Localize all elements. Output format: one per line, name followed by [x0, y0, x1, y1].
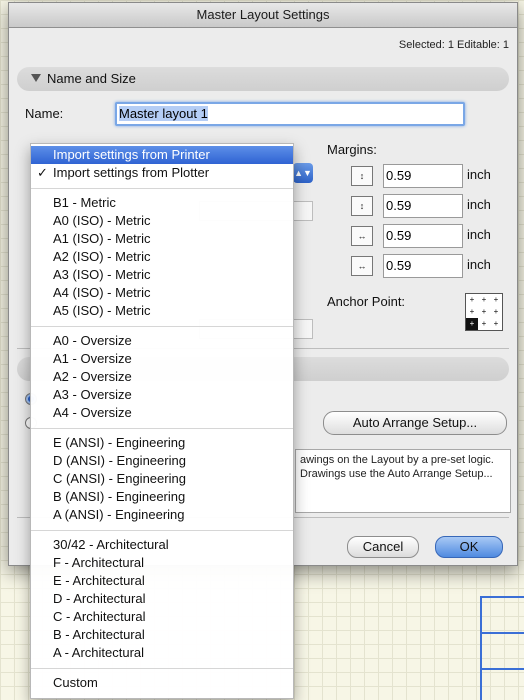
menu-item-architectural[interactable]: F - Architectural [31, 554, 293, 572]
margin-top-input[interactable]: 0.59 [383, 164, 463, 188]
menu-separator [31, 428, 293, 429]
ok-button[interactable]: OK [435, 536, 503, 558]
anchor-center-icon[interactable]: + [478, 306, 490, 318]
anchor-bottom-center-icon[interactable]: + [478, 318, 490, 330]
window-title: Master Layout Settings [9, 3, 517, 28]
menu-item-engineering[interactable]: A (ANSI) - Engineering [31, 506, 293, 524]
menu-item-metric[interactable]: A1 (ISO) - Metric [31, 230, 293, 248]
selection-status: Selected: 1 Editable: 1 [398, 39, 509, 51]
menu-separator [31, 668, 293, 669]
menu-item-metric[interactable]: B1 - Metric [31, 194, 293, 212]
margin-unit: inch [467, 257, 491, 272]
arrange-description: awings on the Layout by a pre-set logic.… [295, 449, 511, 513]
anchor-top-right-icon[interactable]: + [490, 294, 502, 306]
menu-item-architectural[interactable]: 30/42 - Architectural [31, 536, 293, 554]
name-input-value: Master layout 1 [119, 106, 208, 121]
disclosure-triangle-icon[interactable] [31, 74, 41, 82]
size-popup-arrow-icon[interactable]: ▲▼ [293, 163, 313, 183]
menu-item-metric[interactable]: A0 (ISO) - Metric [31, 212, 293, 230]
anchor-point-label: Anchor Point: [327, 294, 406, 309]
margin-unit: inch [467, 227, 491, 242]
margin-bottom-icon: ↕ [351, 196, 373, 216]
section-name-and-size-label: Name and Size [47, 71, 136, 86]
checkmark-icon: ✓ [37, 165, 48, 180]
name-input[interactable]: Master layout 1 [115, 102, 465, 126]
menu-item-architectural[interactable]: C - Architectural [31, 608, 293, 626]
margin-top-icon: ↕ [351, 166, 373, 186]
menu-item-oversize[interactable]: A3 - Oversize [31, 386, 293, 404]
canvas-drawing-lines [478, 560, 524, 700]
menu-item-architectural[interactable]: D - Architectural [31, 590, 293, 608]
menu-item-engineering[interactable]: B (ANSI) - Engineering [31, 488, 293, 506]
menu-item-import-plotter[interactable]: ✓ Import settings from Plotter [31, 164, 293, 182]
anchor-middle-left-icon[interactable]: + [466, 306, 478, 318]
margin-right-input[interactable]: 0.59 [383, 254, 463, 278]
menu-item-oversize[interactable]: A2 - Oversize [31, 368, 293, 386]
margins-label: Margins: [327, 142, 377, 157]
anchor-top-center-icon[interactable]: + [478, 294, 490, 306]
cancel-button[interactable]: Cancel [347, 536, 419, 558]
margin-right-icon: ↔ [351, 256, 373, 276]
menu-item-metric[interactable]: A3 (ISO) - Metric [31, 266, 293, 284]
anchor-point-selector[interactable]: + + + + + + + + + [465, 293, 503, 331]
auto-arrange-setup-button[interactable]: Auto Arrange Setup... [323, 411, 507, 435]
menu-item-architectural[interactable]: B - Architectural [31, 626, 293, 644]
name-label: Name: [25, 106, 64, 121]
margin-left-icon: ↔ [351, 226, 373, 246]
size-popup-menu: Import settings from Printer ✓ Import se… [30, 143, 294, 699]
menu-item-custom[interactable]: Custom [31, 674, 293, 692]
menu-item-engineering[interactable]: E (ANSI) - Engineering [31, 434, 293, 452]
menu-item-architectural[interactable]: E - Architectural [31, 572, 293, 590]
menu-item-oversize[interactable]: A4 - Oversize [31, 404, 293, 422]
margin-left-input[interactable]: 0.59 [383, 224, 463, 248]
menu-item-oversize[interactable]: A0 - Oversize [31, 332, 293, 350]
menu-separator [31, 326, 293, 327]
menu-item-architectural[interactable]: A - Architectural [31, 644, 293, 662]
menu-separator [31, 530, 293, 531]
anchor-top-left-icon[interactable]: + [466, 294, 478, 306]
menu-item-engineering[interactable]: C (ANSI) - Engineering [31, 470, 293, 488]
menu-item-import-plotter-label: Import settings from Plotter [53, 165, 210, 180]
menu-item-oversize[interactable]: A1 - Oversize [31, 350, 293, 368]
menu-item-metric[interactable]: A5 (ISO) - Metric [31, 302, 293, 320]
margin-bottom-input[interactable]: 0.59 [383, 194, 463, 218]
margin-unit: inch [467, 197, 491, 212]
menu-item-metric[interactable]: A2 (ISO) - Metric [31, 248, 293, 266]
anchor-middle-right-icon[interactable]: + [490, 306, 502, 318]
menu-item-metric[interactable]: A4 (ISO) - Metric [31, 284, 293, 302]
menu-item-import-printer[interactable]: Import settings from Printer [31, 146, 293, 164]
menu-separator [31, 188, 293, 189]
anchor-bottom-right-icon[interactable]: + [490, 318, 502, 330]
anchor-bottom-left-icon[interactable]: + [466, 318, 478, 330]
margin-unit: inch [467, 167, 491, 182]
menu-item-engineering[interactable]: D (ANSI) - Engineering [31, 452, 293, 470]
section-name-and-size[interactable]: Name and Size [17, 67, 509, 91]
